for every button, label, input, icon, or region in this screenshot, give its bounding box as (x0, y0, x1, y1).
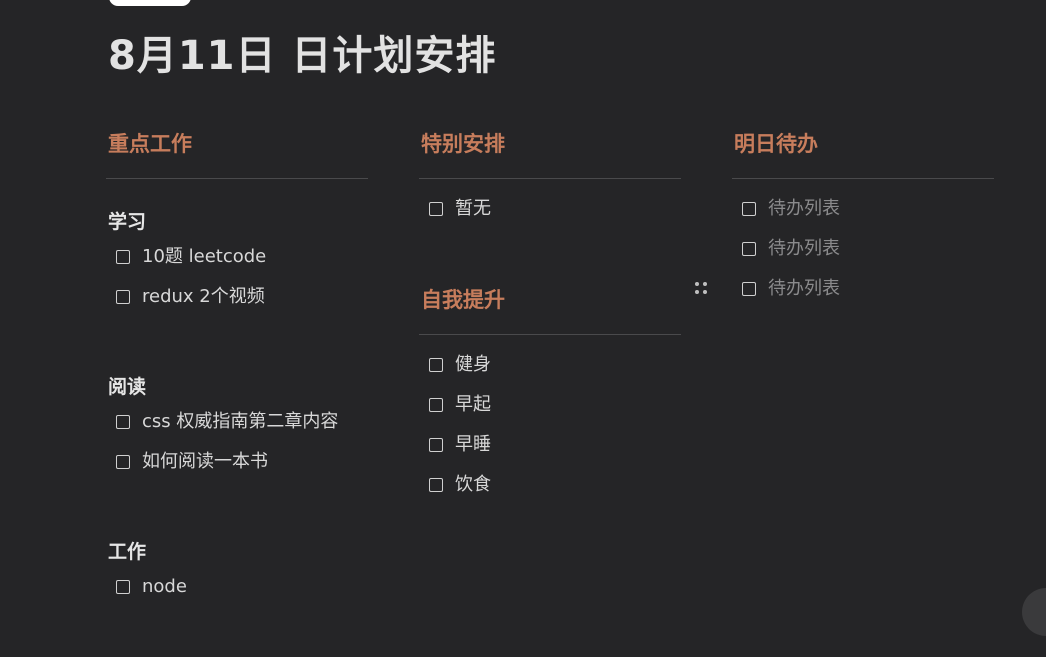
section-heading-special-arrangement[interactable]: 特别安排 (419, 126, 681, 163)
checkbox-icon[interactable] (742, 202, 756, 216)
todo-item[interactable]: 早睡 (419, 425, 681, 465)
checkbox-icon[interactable] (742, 242, 756, 256)
checkbox-icon[interactable] (116, 580, 130, 594)
checkbox-icon[interactable] (116, 415, 130, 429)
todo-text[interactable]: 10题 leetcode (142, 245, 266, 269)
todo-text[interactable]: redux 2个视频 (142, 285, 265, 309)
todo-text[interactable]: node (142, 575, 187, 599)
section-heading-key-work[interactable]: 重点工作 (106, 126, 368, 163)
todo-item[interactable]: 待办列表 (732, 189, 994, 229)
todo-placeholder-text[interactable]: 待办列表 (768, 237, 840, 261)
todo-item[interactable]: css 权威指南第二章内容 (106, 402, 368, 442)
group-heading-reading[interactable]: 阅读 (106, 374, 368, 400)
todo-item[interactable]: 待办列表 (732, 229, 994, 269)
group-heading-work[interactable]: 工作 (106, 539, 368, 565)
checkbox-icon[interactable] (742, 282, 756, 296)
notion-page: 8月11日 日计划安排 重点工作 学习 10题 leetcode redux 2… (0, 0, 1046, 657)
todo-item[interactable]: 待办列表 (695, 269, 994, 309)
checkbox-icon[interactable] (116, 290, 130, 304)
checkbox-icon[interactable] (429, 478, 443, 492)
todo-item[interactable]: 10题 leetcode (106, 237, 368, 277)
page-title[interactable]: 8月11日 日计划安排 (108, 30, 496, 82)
column-tomorrow-todo: 明日待办 待办列表 待办列表 待办列表 (695, 126, 994, 309)
drag-handle-icon[interactable] (695, 282, 709, 296)
group-heading-study[interactable]: 学习 (106, 209, 368, 235)
todo-text[interactable]: 饮食 (455, 473, 491, 497)
checkbox-icon[interactable] (116, 455, 130, 469)
todo-item[interactable]: 暂无 (419, 189, 681, 229)
help-button[interactable] (1022, 588, 1046, 636)
todo-item[interactable]: 健身 (419, 345, 681, 385)
checkbox-icon[interactable] (429, 438, 443, 452)
todo-placeholder-text[interactable]: 待办列表 (768, 197, 840, 221)
todo-text[interactable]: 如何阅读一本书 (142, 450, 268, 474)
todo-text[interactable]: css 权威指南第二章内容 (142, 410, 338, 434)
todo-text[interactable]: 早睡 (455, 433, 491, 457)
checkbox-icon[interactable] (116, 250, 130, 264)
checkbox-icon[interactable] (429, 358, 443, 372)
todo-text[interactable]: 健身 (455, 353, 491, 377)
todo-item[interactable]: 早起 (419, 385, 681, 425)
column-special-and-growth: 特别安排 暂无 自我提升 健身 早起 早睡 饮食 (419, 126, 681, 505)
todo-placeholder-text[interactable]: 待办列表 (768, 277, 840, 301)
todo-text[interactable]: 暂无 (455, 197, 491, 221)
todo-text[interactable]: 早起 (455, 393, 491, 417)
todo-item[interactable]: 如何阅读一本书 (106, 442, 368, 482)
checkbox-icon[interactable] (429, 202, 443, 216)
todo-item[interactable]: node (106, 567, 368, 607)
todo-item[interactable]: 饮食 (419, 465, 681, 505)
section-heading-self-improvement[interactable]: 自我提升 (419, 282, 681, 319)
todo-item[interactable]: redux 2个视频 (106, 277, 368, 317)
section-heading-tomorrow-todo[interactable]: 明日待办 (732, 126, 994, 163)
column-key-work: 重点工作 学习 10题 leetcode redux 2个视频 阅读 css 权… (106, 126, 368, 607)
page-tag-pill[interactable] (109, 0, 191, 6)
checkbox-icon[interactable] (429, 398, 443, 412)
